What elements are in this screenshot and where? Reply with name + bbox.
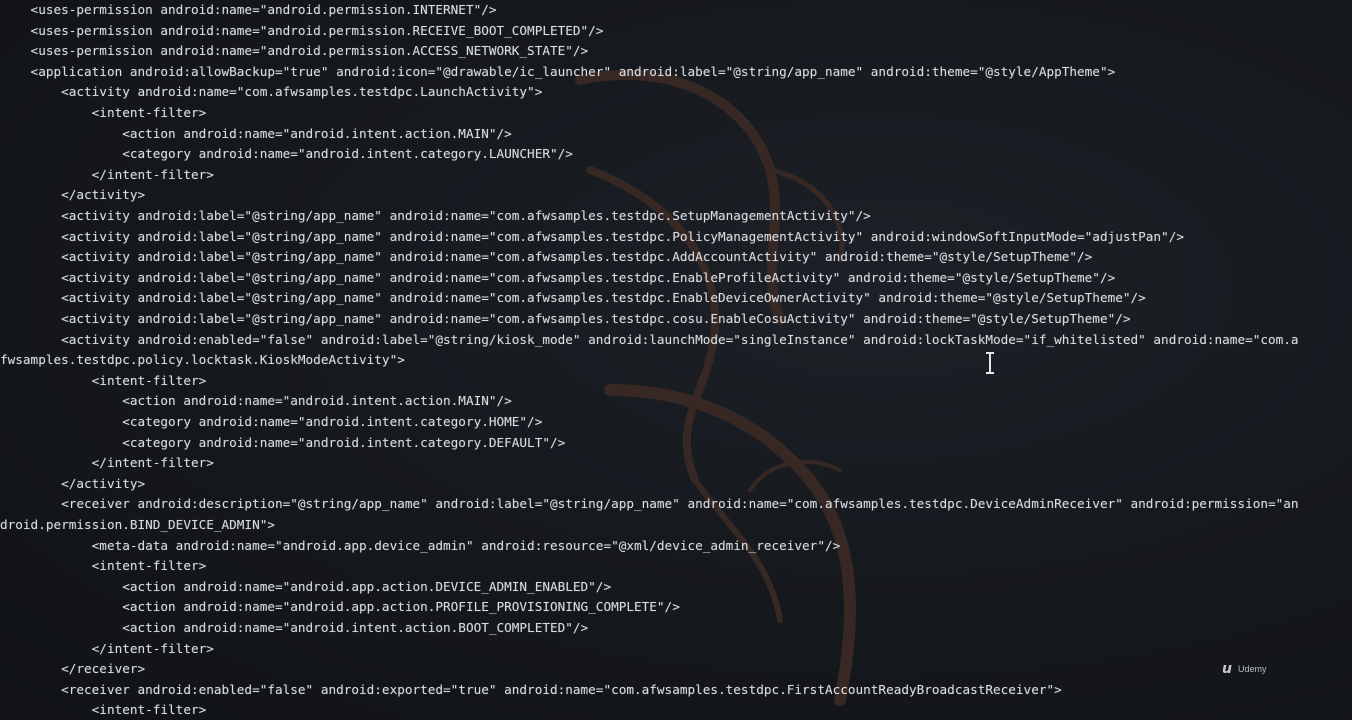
text-ibeam-cursor-icon [986,352,994,374]
code-line: </activity> [0,187,146,203]
terminal-output[interactable]: <uses-permission android:name="android.p… [0,0,1352,720]
code-line: <action android:name="android.intent.act… [0,393,512,409]
code-line: <receiver android:enabled="false" androi… [0,681,1062,697]
code-line: <receiver android:description="@string/a… [0,496,1299,512]
code-line: <uses-permission android:name="android.p… [0,22,604,38]
code-line: <intent-filter> [0,558,207,574]
code-line: <activity android:label="@string/app_nam… [0,208,871,223]
code-line: <activity android:label="@string/app_nam… [0,311,1131,326]
code-line: <category android:name="android.intent.c… [0,146,573,162]
code-line: <application android:allowBackup="true" … [0,63,1116,79]
code-line: <activity android:label="@string/app_nam… [0,228,1184,244]
code-line: <activity android:enabled="false" androi… [0,331,1299,347]
code-line: </activity> [0,475,146,491]
code-line: </receiver> [0,661,146,677]
code-line: <category android:name="android.intent.c… [0,414,543,429]
code-line: <uses-permission android:name="android.p… [0,2,497,17]
code-line: <category android:name="android.intent.c… [0,434,566,450]
udemy-label: Udemy [1238,664,1267,674]
code-line: <intent-filter> [0,702,207,718]
code-line: <activity android:label="@string/app_nam… [0,290,1146,306]
code-line: <action android:name="android.intent.act… [0,125,512,141]
code-line: <activity android:label="@string/app_nam… [0,249,1093,265]
code-line: <action android:name="android.app.action… [0,599,680,615]
udemy-watermark: ս Udemy [1222,660,1267,678]
code-line: <action android:name="android.app.action… [0,578,612,594]
code-line: <intent-filter> [0,105,207,120]
code-line: </intent-filter> [0,166,214,182]
code-line: <meta-data android:name="android.app.dev… [0,537,841,553]
code-line: droid.permission.BIND_DEVICE_ADMIN"> [0,517,275,532]
code-line: fwsamples.testdpc.policy.locktask.KioskM… [0,352,405,368]
terminal-window[interactable]: <uses-permission android:name="android.p… [0,0,1352,720]
code-line: <activity android:label="@string/app_nam… [0,269,1116,285]
code-line: <intent-filter> [0,372,207,388]
udemy-logo-icon: ս [1222,661,1232,677]
code-line: <activity android:name="com.afwsamples.t… [0,84,543,100]
code-line: </intent-filter> [0,640,214,656]
code-line: </intent-filter> [0,455,214,471]
code-line: <uses-permission android:name="android.p… [0,43,589,59]
code-line: <action android:name="android.intent.act… [0,620,589,635]
